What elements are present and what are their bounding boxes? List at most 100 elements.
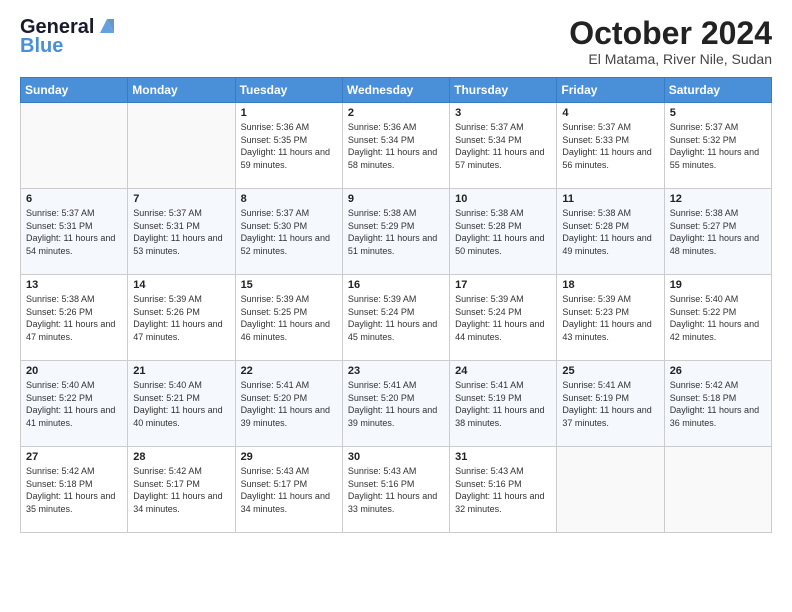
cell-content: Sunrise: 5:38 AMSunset: 5:28 PMDaylight:…: [562, 207, 658, 257]
calendar-cell: 23 Sunrise: 5:41 AMSunset: 5:20 PMDayligh…: [342, 361, 449, 447]
day-number: 22: [241, 365, 337, 377]
calendar-week-4: 20 Sunrise: 5:40 AMSunset: 5:22 PMDayligh…: [21, 361, 772, 447]
day-number: 25: [562, 365, 658, 377]
cell-content: Sunrise: 5:39 AMSunset: 5:25 PMDaylight:…: [241, 293, 337, 343]
logo-icon: [96, 15, 118, 37]
cell-content: Sunrise: 5:41 AMSunset: 5:20 PMDaylight:…: [348, 379, 444, 429]
day-number: 20: [26, 365, 122, 377]
calendar-header-row: SundayMondayTuesdayWednesdayThursdayFrid…: [21, 78, 772, 103]
header-sunday: Sunday: [21, 78, 128, 103]
cell-content: Sunrise: 5:43 AMSunset: 5:16 PMDaylight:…: [348, 465, 444, 515]
day-number: 10: [455, 193, 551, 205]
day-number: 6: [26, 193, 122, 205]
cell-content: Sunrise: 5:40 AMSunset: 5:22 PMDaylight:…: [26, 379, 122, 429]
day-number: 5: [670, 107, 766, 119]
calendar-cell: 16 Sunrise: 5:39 AMSunset: 5:24 PMDayligh…: [342, 275, 449, 361]
header-wednesday: Wednesday: [342, 78, 449, 103]
calendar-cell: 21 Sunrise: 5:40 AMSunset: 5:21 PMDayligh…: [128, 361, 235, 447]
cell-content: Sunrise: 5:37 AMSunset: 5:33 PMDaylight:…: [562, 121, 658, 171]
page-header: General Blue October 2024 El Matama, Riv…: [20, 16, 772, 67]
cell-content: Sunrise: 5:43 AMSunset: 5:17 PMDaylight:…: [241, 465, 337, 515]
calendar-cell: 19 Sunrise: 5:40 AMSunset: 5:22 PMDayligh…: [664, 275, 771, 361]
cell-content: Sunrise: 5:37 AMSunset: 5:31 PMDaylight:…: [26, 207, 122, 257]
calendar-cell: 11 Sunrise: 5:38 AMSunset: 5:28 PMDayligh…: [557, 189, 664, 275]
day-number: 26: [670, 365, 766, 377]
cell-content: Sunrise: 5:42 AMSunset: 5:18 PMDaylight:…: [26, 465, 122, 515]
calendar-cell: 5Sunrise: 5:37 AMSunset: 5:32 PMDaylight…: [664, 103, 771, 189]
day-number: 16: [348, 279, 444, 291]
calendar-cell: [128, 103, 235, 189]
header-thursday: Thursday: [450, 78, 557, 103]
day-number: 11: [562, 193, 658, 205]
cell-content: Sunrise: 5:38 AMSunset: 5:29 PMDaylight:…: [348, 207, 444, 257]
day-number: 2: [348, 107, 444, 119]
day-number: 15: [241, 279, 337, 291]
day-number: 18: [562, 279, 658, 291]
day-number: 23: [348, 365, 444, 377]
cell-content: Sunrise: 5:38 AMSunset: 5:26 PMDaylight:…: [26, 293, 122, 343]
header-friday: Friday: [557, 78, 664, 103]
calendar-cell: 2 Sunrise: 5:36 AMSunset: 5:34 PMDaylight…: [342, 103, 449, 189]
cell-content: Sunrise: 5:38 AMSunset: 5:28 PMDaylight:…: [455, 207, 551, 257]
day-number: 24: [455, 365, 551, 377]
title-block: October 2024 El Matama, River Nile, Suda…: [569, 16, 772, 67]
calendar-cell: 31Sunrise: 5:43 AMSunset: 5:16 PMDayligh…: [450, 447, 557, 533]
calendar-cell: 8Sunrise: 5:37 AMSunset: 5:30 PMDaylight…: [235, 189, 342, 275]
day-number: 29: [241, 451, 337, 463]
cell-content: Sunrise: 5:40 AMSunset: 5:22 PMDaylight:…: [670, 293, 766, 343]
cell-content: Sunrise: 5:39 AMSunset: 5:24 PMDaylight:…: [348, 293, 444, 343]
day-number: 7: [133, 193, 229, 205]
cell-content: Sunrise: 5:39 AMSunset: 5:26 PMDaylight:…: [133, 293, 229, 343]
day-number: 30: [348, 451, 444, 463]
cell-content: Sunrise: 5:37 AMSunset: 5:34 PMDaylight:…: [455, 121, 551, 171]
cell-content: Sunrise: 5:41 AMSunset: 5:19 PMDaylight:…: [455, 379, 551, 429]
day-number: 31: [455, 451, 551, 463]
calendar-cell: 15 Sunrise: 5:39 AMSunset: 5:25 PMDayligh…: [235, 275, 342, 361]
cell-content: Sunrise: 5:42 AMSunset: 5:17 PMDaylight:…: [133, 465, 229, 515]
calendar-cell: 28Sunrise: 5:42 AMSunset: 5:17 PMDayligh…: [128, 447, 235, 533]
calendar-cell: [21, 103, 128, 189]
calendar-cell: 25Sunrise: 5:41 AMSunset: 5:19 PMDayligh…: [557, 361, 664, 447]
day-number: 4: [562, 107, 658, 119]
day-number: 17: [455, 279, 551, 291]
cell-content: Sunrise: 5:40 AMSunset: 5:21 PMDaylight:…: [133, 379, 229, 429]
calendar-cell: 7 Sunrise: 5:37 AMSunset: 5:31 PMDaylight…: [128, 189, 235, 275]
calendar-week-2: 6 Sunrise: 5:37 AMSunset: 5:31 PMDaylight…: [21, 189, 772, 275]
calendar-cell: 10 Sunrise: 5:38 AMSunset: 5:28 PMDayligh…: [450, 189, 557, 275]
day-number: 21: [133, 365, 229, 377]
cell-content: Sunrise: 5:39 AMSunset: 5:23 PMDaylight:…: [562, 293, 658, 343]
calendar-week-1: 1Sunrise: 5:36 AMSunset: 5:35 PMDaylight…: [21, 103, 772, 189]
calendar-cell: 9 Sunrise: 5:38 AMSunset: 5:29 PMDaylight…: [342, 189, 449, 275]
calendar-cell: [557, 447, 664, 533]
logo: General Blue: [20, 16, 118, 58]
calendar-cell: 14Sunrise: 5:39 AMSunset: 5:26 PMDayligh…: [128, 275, 235, 361]
calendar-table: SundayMondayTuesdayWednesdayThursdayFrid…: [20, 77, 772, 533]
cell-content: Sunrise: 5:36 AMSunset: 5:34 PMDaylight:…: [348, 121, 444, 171]
day-number: 13: [26, 279, 122, 291]
calendar-cell: 13 Sunrise: 5:38 AMSunset: 5:26 PMDayligh…: [21, 275, 128, 361]
cell-content: Sunrise: 5:41 AMSunset: 5:20 PMDaylight:…: [241, 379, 337, 429]
cell-content: Sunrise: 5:42 AMSunset: 5:18 PMDaylight:…: [670, 379, 766, 429]
day-number: 9: [348, 193, 444, 205]
calendar-cell: 18 Sunrise: 5:39 AMSunset: 5:23 PMDayligh…: [557, 275, 664, 361]
month-title: October 2024: [569, 16, 772, 51]
day-number: 19: [670, 279, 766, 291]
cell-content: Sunrise: 5:37 AMSunset: 5:30 PMDaylight:…: [241, 207, 337, 257]
calendar-week-3: 13 Sunrise: 5:38 AMSunset: 5:26 PMDayligh…: [21, 275, 772, 361]
cell-content: Sunrise: 5:37 AMSunset: 5:31 PMDaylight:…: [133, 207, 229, 257]
day-number: 3: [455, 107, 551, 119]
calendar-cell: 12 Sunrise: 5:38 AMSunset: 5:27 PMDayligh…: [664, 189, 771, 275]
calendar-cell: 27Sunrise: 5:42 AMSunset: 5:18 PMDayligh…: [21, 447, 128, 533]
calendar-body: 1Sunrise: 5:36 AMSunset: 5:35 PMDaylight…: [21, 103, 772, 533]
cell-content: Sunrise: 5:36 AMSunset: 5:35 PMDaylight:…: [241, 121, 337, 171]
cell-content: Sunrise: 5:38 AMSunset: 5:27 PMDaylight:…: [670, 207, 766, 257]
calendar-cell: 17Sunrise: 5:39 AMSunset: 5:24 PMDayligh…: [450, 275, 557, 361]
calendar-cell: 6 Sunrise: 5:37 AMSunset: 5:31 PMDaylight…: [21, 189, 128, 275]
calendar-cell: 24 Sunrise: 5:41 AMSunset: 5:19 PMDayligh…: [450, 361, 557, 447]
day-number: 12: [670, 193, 766, 205]
calendar-cell: 4 Sunrise: 5:37 AMSunset: 5:33 PMDaylight…: [557, 103, 664, 189]
calendar-cell: 20 Sunrise: 5:40 AMSunset: 5:22 PMDayligh…: [21, 361, 128, 447]
calendar-cell: 26 Sunrise: 5:42 AMSunset: 5:18 PMDayligh…: [664, 361, 771, 447]
calendar-cell: 22 Sunrise: 5:41 AMSunset: 5:20 PMDayligh…: [235, 361, 342, 447]
location: El Matama, River Nile, Sudan: [569, 51, 772, 67]
